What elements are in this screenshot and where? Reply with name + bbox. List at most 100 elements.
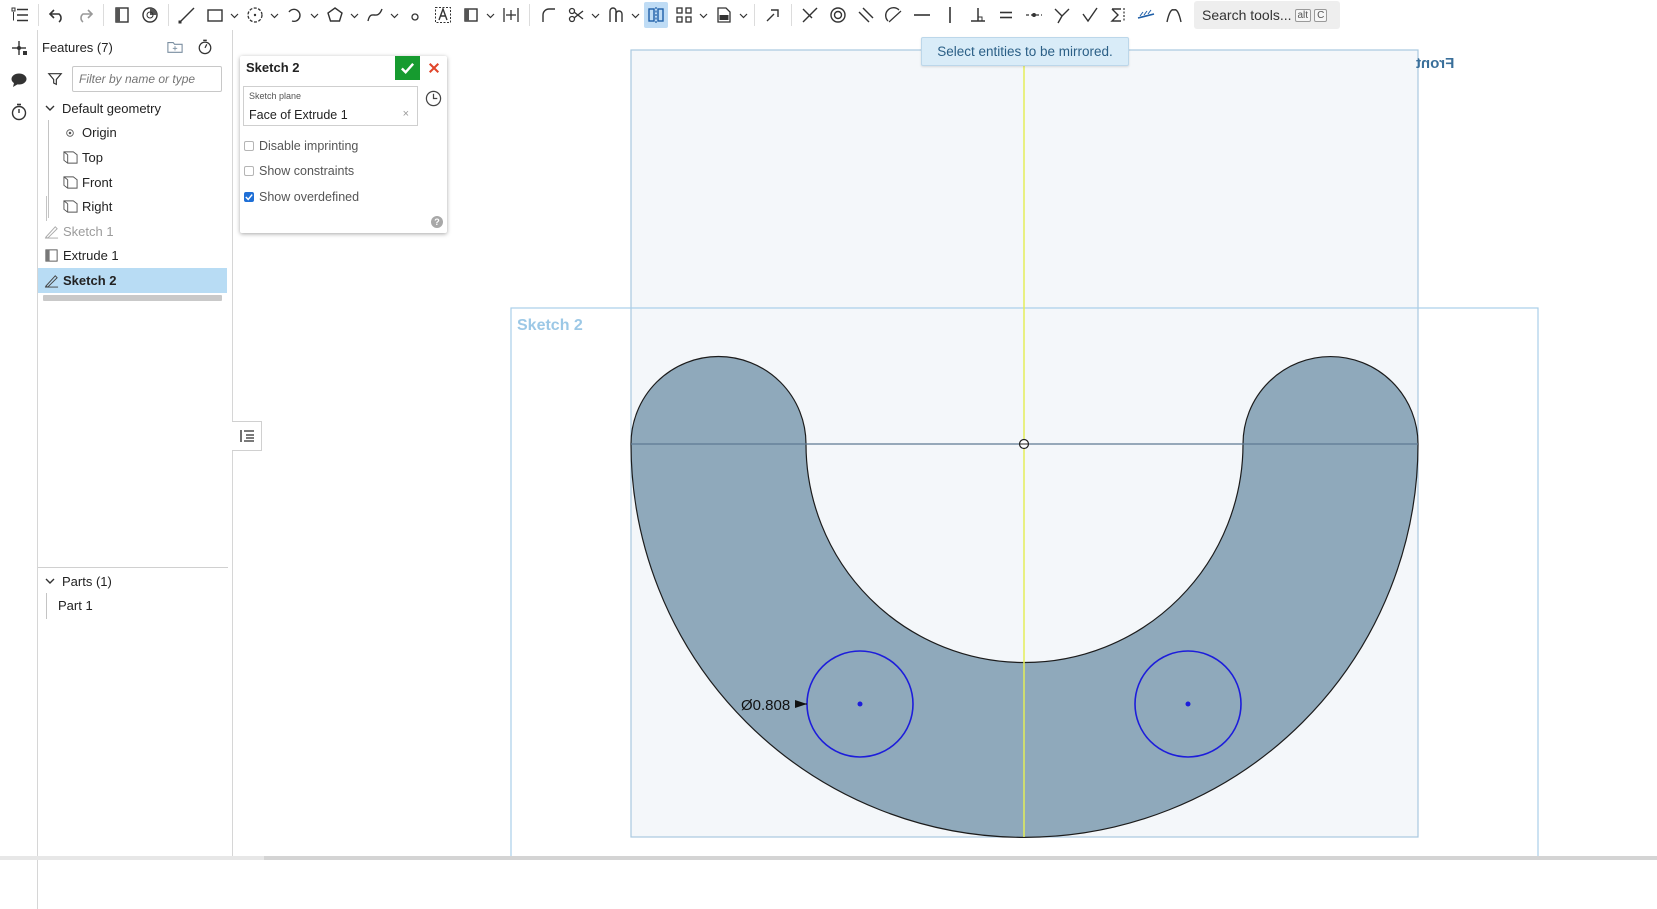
search-tools-button[interactable]: Search tools... alt C [1194, 1, 1340, 29]
section-view-icon[interactable] [138, 2, 162, 28]
chevron-down-icon[interactable] [42, 100, 58, 116]
text-tool-icon[interactable] [431, 2, 455, 28]
checkbox-box[interactable] [244, 192, 254, 202]
vertical-constraint-icon[interactable] [938, 2, 962, 28]
arc-tool-icon[interactable] [283, 2, 307, 28]
show-constraints-checkbox[interactable]: Show constraints [244, 164, 354, 178]
circle-center-point[interactable] [857, 701, 863, 707]
tree-group-parts[interactable]: Parts (1) [38, 569, 228, 594]
checkbox-box[interactable] [244, 166, 254, 176]
concentric-constraint-icon[interactable] [826, 2, 850, 28]
chevron-down-icon[interactable] [485, 2, 495, 28]
clear-selection-icon[interactable]: × [403, 108, 409, 120]
curvature-constraint-icon[interactable] [1162, 2, 1186, 28]
offset-tool-icon[interactable] [604, 2, 628, 28]
checkbox-label: Disable imprinting [259, 139, 359, 153]
tree-group-default-geometry[interactable]: Default geometry [38, 96, 232, 121]
spline-tool-icon[interactable] [363, 2, 387, 28]
cancel-button[interactable] [423, 56, 445, 80]
origin-icon [62, 125, 78, 141]
mirror-icon[interactable] [644, 2, 668, 28]
checkbox-box[interactable] [244, 141, 254, 151]
fillet-tool-icon[interactable] [536, 2, 560, 28]
tree-item-extrude-1[interactable]: Extrude 1 [38, 244, 232, 269]
pattern-tool-icon[interactable] [672, 2, 696, 28]
add-folder-icon[interactable] [166, 38, 184, 56]
midpoint-constraint-icon[interactable] [1022, 2, 1046, 28]
chevron-down-icon[interactable] [229, 2, 239, 28]
toolbar-divider [529, 4, 530, 26]
bottom-scrollbar[interactable] [0, 856, 1657, 860]
tangent-constraint-icon[interactable] [882, 2, 906, 28]
check-icon [401, 62, 415, 74]
filter-input[interactable] [72, 66, 222, 92]
history-icon[interactable] [0, 96, 37, 128]
part-item[interactable]: Part 1 [38, 594, 228, 619]
import-dxf-icon[interactable] [712, 2, 736, 28]
tree-item-sketch-2[interactable]: Sketch 2 [38, 268, 227, 293]
chevron-down-icon[interactable] [349, 2, 359, 28]
project-tool-icon[interactable] [761, 2, 785, 28]
normal-constraint-icon[interactable] [1050, 2, 1074, 28]
left-rail [0, 30, 38, 909]
horizontal-scrollbar[interactable] [43, 295, 222, 301]
tooltip-text: Select entities to be mirrored. [937, 44, 1113, 59]
dialog-title: Sketch 2 [246, 60, 300, 75]
tree-item-origin[interactable]: Origin [38, 121, 232, 146]
main-toolbar: Search tools... alt C [0, 0, 1657, 30]
accept-button[interactable] [395, 56, 420, 80]
sketch-plane-history-icon[interactable] [424, 89, 442, 107]
circle-center-point[interactable] [1185, 701, 1191, 707]
trim-tool-icon[interactable] [564, 2, 588, 28]
fix-constraint-icon[interactable] [1134, 2, 1158, 28]
tree-item-front[interactable]: Front [38, 170, 232, 195]
rollback-timer-icon[interactable] [196, 38, 214, 56]
line-tool-icon[interactable] [175, 2, 199, 28]
chevron-down-icon[interactable] [738, 2, 748, 28]
comments-icon[interactable] [0, 64, 37, 96]
equal-constraint-icon[interactable] [994, 2, 1018, 28]
chevron-down-icon[interactable] [269, 2, 279, 28]
sketch-plane-field[interactable]: Sketch plane Face of Extrude 1 × [243, 86, 418, 126]
chevron-down-icon[interactable] [698, 2, 708, 28]
chevron-down-icon[interactable] [630, 2, 640, 28]
parallel-constraint-icon[interactable] [854, 2, 878, 28]
coincident-constraint-icon[interactable] [798, 2, 822, 28]
undo-icon[interactable] [45, 2, 69, 28]
tree-item-right[interactable]: Right [38, 194, 232, 219]
sketch-icon [43, 223, 59, 239]
perpendicular-constraint-icon[interactable] [966, 2, 990, 28]
horizontal-constraint-icon[interactable] [910, 2, 934, 28]
part-label: Part 1 [58, 598, 93, 614]
polygon-tool-icon[interactable] [323, 2, 347, 28]
tree-item-top[interactable]: Top [38, 145, 232, 170]
help-icon[interactable]: ? [431, 216, 443, 228]
point-tool-icon[interactable] [403, 2, 427, 28]
show-overdefined-checkbox[interactable]: Show overdefined [244, 190, 359, 204]
dimension-tool-icon[interactable] [499, 2, 523, 28]
pierce-constraint-icon[interactable] [1078, 2, 1102, 28]
chevron-down-icon[interactable] [389, 2, 399, 28]
new-sketch-icon[interactable] [110, 2, 134, 28]
feature-list-icon[interactable] [8, 2, 32, 28]
toolbar-divider [791, 4, 792, 26]
panel-divider[interactable] [38, 567, 228, 568]
feature-panel-header: Features (7) [38, 30, 232, 64]
circle-tool-icon[interactable] [243, 2, 267, 28]
chevron-down-icon[interactable] [42, 573, 58, 589]
chevron-down-icon[interactable] [309, 2, 319, 28]
shortcut-key: C [1314, 8, 1328, 22]
configurations-icon[interactable] [0, 32, 37, 64]
feature-panel: Features (7) Default geometry [38, 30, 233, 857]
chevron-down-icon[interactable] [590, 2, 600, 28]
symmetric-constraint-icon[interactable] [1106, 2, 1130, 28]
redo-icon[interactable] [73, 2, 97, 28]
tree-item-sketch-1[interactable]: Sketch 1 [38, 219, 232, 244]
filter-icon[interactable] [38, 71, 72, 87]
scrollbar-thumb[interactable] [264, 856, 1657, 860]
diameter-dimension[interactable]: Ø0.808 [741, 697, 790, 714]
mirror-tooltip: Select entities to be mirrored. [921, 37, 1129, 66]
construction-tool-icon[interactable] [459, 2, 483, 28]
disable-imprinting-checkbox[interactable]: Disable imprinting [244, 139, 358, 153]
rectangle-tool-icon[interactable] [203, 2, 227, 28]
